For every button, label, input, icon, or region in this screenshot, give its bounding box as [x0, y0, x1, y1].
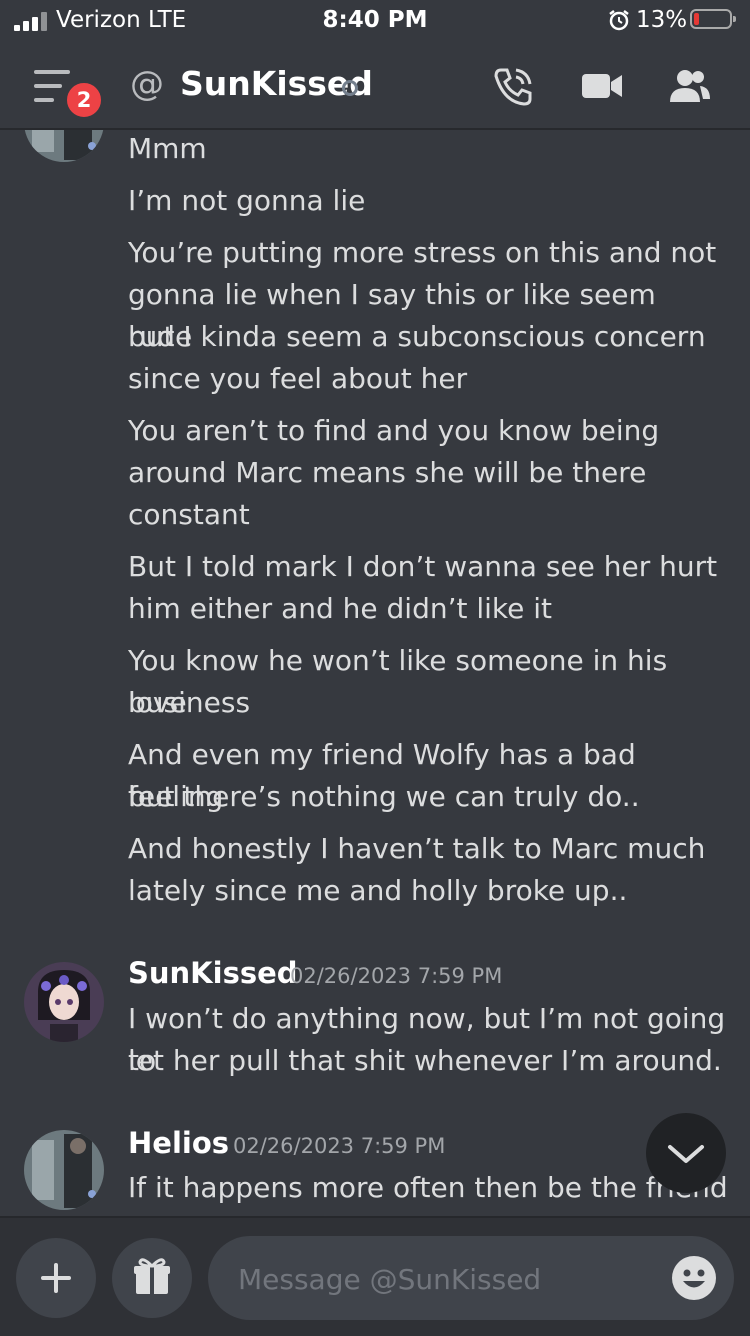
message-line: since you feel about her	[128, 362, 468, 395]
status-bar: Verizon LTE 8:40 PM 13%	[0, 0, 750, 42]
message-line: him either and he didn’t like it	[128, 592, 553, 625]
message-author[interactable]: SunKissed	[128, 956, 298, 990]
chevron-down-icon	[668, 1145, 704, 1163]
message-line: If it happens more often then be the fri…	[128, 1171, 728, 1204]
message-timestamp: 02/26/2023 7:59 PM	[233, 1134, 446, 1158]
call-button[interactable]	[492, 66, 534, 106]
video-call-button[interactable]	[580, 66, 624, 106]
avatar-sunkissed[interactable]	[24, 962, 104, 1042]
message-line: business	[128, 686, 251, 719]
notification-badge: 2	[64, 80, 104, 120]
avatar-helios[interactable]	[24, 130, 104, 162]
message-input-box	[208, 1236, 734, 1320]
message-composer	[0, 1216, 750, 1336]
battery-percent: 13%	[636, 7, 688, 33]
jump-to-bottom-button[interactable]	[646, 1113, 726, 1193]
message-line: Mmm	[128, 132, 207, 165]
message-timestamp: 02/26/2023 7:59 PM	[290, 964, 503, 988]
plus-icon	[41, 1263, 71, 1293]
message-line: I’m not gonna lie	[128, 184, 366, 217]
channel-header: 2 @ SunKissed	[0, 42, 750, 130]
message-line: but there’s nothing we can truly do..	[128, 780, 640, 813]
message-input[interactable]	[236, 1256, 660, 1302]
message-line: let her pull that shit whenever I’m arou…	[128, 1044, 722, 1077]
add-attachment-button[interactable]	[16, 1238, 96, 1318]
gift-icon	[134, 1258, 170, 1294]
message-line: lately since me and holly broke up..	[128, 874, 628, 907]
alarm-icon	[609, 10, 629, 31]
message-line: constant	[128, 498, 250, 531]
message-line: And honestly I haven’t talk to Marc much	[128, 832, 706, 865]
message-line: but I kinda seem a subconscious concern	[128, 320, 706, 353]
message-line: around Marc means she will be there	[128, 456, 647, 489]
offline-status-icon	[342, 80, 358, 96]
battery-icon	[690, 9, 736, 29]
message-author[interactable]: Helios	[128, 1126, 229, 1160]
message-line: You’re putting more stress on this and n…	[128, 236, 717, 269]
emoji-icon[interactable]	[672, 1256, 716, 1300]
avatar-helios[interactable]	[24, 1130, 104, 1210]
message-line: But I told mark I don’t wanna see her hu…	[128, 550, 718, 583]
members-button[interactable]	[668, 66, 712, 106]
message-line: You aren’t to find and you know being	[128, 414, 660, 447]
gift-button[interactable]	[112, 1238, 192, 1318]
at-icon: @	[130, 64, 164, 104]
message-list[interactable]: Mmm I’m not gonna lie You’re putting mor…	[0, 130, 750, 1216]
